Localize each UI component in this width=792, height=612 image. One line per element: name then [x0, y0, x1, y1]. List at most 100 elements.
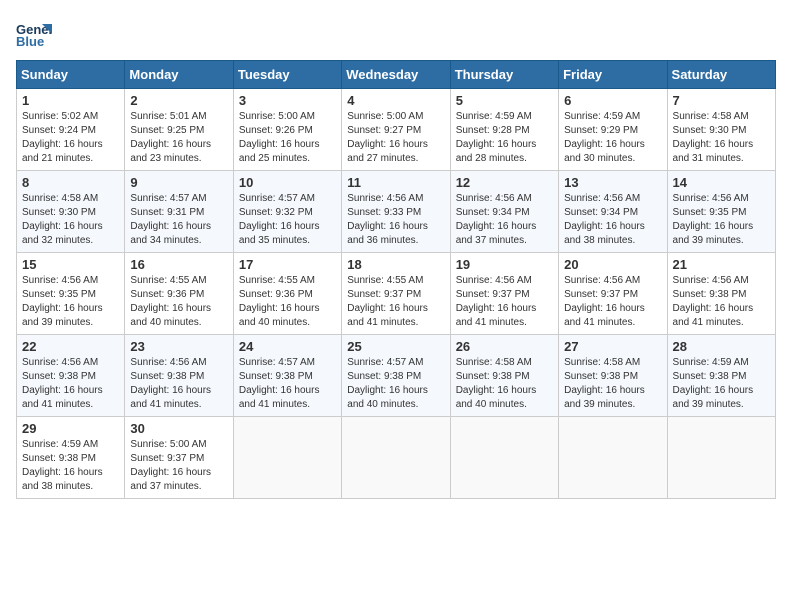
- cell-content: Sunrise: 4:58 AM Sunset: 9:30 PM Dayligh…: [673, 110, 770, 166]
- sunset: Sunset: 9:38 PM: [564, 370, 661, 384]
- sunrise: Sunrise: 4:56 AM: [456, 274, 553, 288]
- cell-content: Sunrise: 5:01 AM Sunset: 9:25 PM Dayligh…: [130, 110, 227, 166]
- sunset: Sunset: 9:33 PM: [347, 206, 444, 220]
- calendar-cell: 13 Sunrise: 4:56 AM Sunset: 9:34 PM Dayl…: [559, 171, 667, 253]
- cell-content: Sunrise: 4:59 AM Sunset: 9:38 PM Dayligh…: [22, 438, 119, 494]
- day-number: 16: [130, 257, 227, 272]
- sunrise: Sunrise: 5:00 AM: [239, 110, 336, 124]
- day-number: 7: [673, 93, 770, 108]
- sunrise: Sunrise: 4:56 AM: [130, 356, 227, 370]
- col-header-thursday: Thursday: [450, 61, 558, 89]
- sunset: Sunset: 9:37 PM: [347, 288, 444, 302]
- calendar-cell: 29 Sunrise: 4:59 AM Sunset: 9:38 PM Dayl…: [17, 417, 125, 499]
- day-number: 25: [347, 339, 444, 354]
- sunrise: Sunrise: 4:56 AM: [673, 274, 770, 288]
- sunrise: Sunrise: 4:57 AM: [130, 192, 227, 206]
- sunrise: Sunrise: 4:56 AM: [22, 356, 119, 370]
- sunrise: Sunrise: 4:58 AM: [22, 192, 119, 206]
- sunset: Sunset: 9:38 PM: [347, 370, 444, 384]
- day-number: 9: [130, 175, 227, 190]
- sunrise: Sunrise: 4:59 AM: [22, 438, 119, 452]
- sunset: Sunset: 9:37 PM: [456, 288, 553, 302]
- calendar-cell: 16 Sunrise: 4:55 AM Sunset: 9:36 PM Dayl…: [125, 253, 233, 335]
- sunset: Sunset: 9:38 PM: [673, 370, 770, 384]
- cell-content: Sunrise: 4:56 AM Sunset: 9:34 PM Dayligh…: [564, 192, 661, 248]
- sunset: Sunset: 9:24 PM: [22, 124, 119, 138]
- cell-content: Sunrise: 5:00 AM Sunset: 9:27 PM Dayligh…: [347, 110, 444, 166]
- sunrise: Sunrise: 4:57 AM: [239, 356, 336, 370]
- calendar-cell: 10 Sunrise: 4:57 AM Sunset: 9:32 PM Dayl…: [233, 171, 341, 253]
- sunset: Sunset: 9:38 PM: [673, 288, 770, 302]
- day-number: 26: [456, 339, 553, 354]
- col-header-monday: Monday: [125, 61, 233, 89]
- calendar-cell: 18 Sunrise: 4:55 AM Sunset: 9:37 PM Dayl…: [342, 253, 450, 335]
- sunset: Sunset: 9:34 PM: [564, 206, 661, 220]
- cell-content: Sunrise: 4:57 AM Sunset: 9:32 PM Dayligh…: [239, 192, 336, 248]
- cell-content: Sunrise: 4:55 AM Sunset: 9:36 PM Dayligh…: [130, 274, 227, 330]
- calendar-cell: 11 Sunrise: 4:56 AM Sunset: 9:33 PM Dayl…: [342, 171, 450, 253]
- sunset: Sunset: 9:38 PM: [22, 452, 119, 466]
- sunset: Sunset: 9:32 PM: [239, 206, 336, 220]
- calendar-cell: 7 Sunrise: 4:58 AM Sunset: 9:30 PM Dayli…: [667, 89, 775, 171]
- daylight: Daylight: 16 hours and 41 minutes.: [22, 384, 119, 412]
- logo: General Blue: [16, 16, 56, 52]
- daylight: Daylight: 16 hours and 39 minutes.: [22, 302, 119, 330]
- calendar-cell: 6 Sunrise: 4:59 AM Sunset: 9:29 PM Dayli…: [559, 89, 667, 171]
- sunset: Sunset: 9:29 PM: [564, 124, 661, 138]
- cell-content: Sunrise: 4:55 AM Sunset: 9:37 PM Dayligh…: [347, 274, 444, 330]
- col-header-wednesday: Wednesday: [342, 61, 450, 89]
- day-number: 14: [673, 175, 770, 190]
- cell-content: Sunrise: 4:58 AM Sunset: 9:30 PM Dayligh…: [22, 192, 119, 248]
- day-number: 20: [564, 257, 661, 272]
- sunset: Sunset: 9:38 PM: [130, 370, 227, 384]
- sunrise: Sunrise: 4:56 AM: [22, 274, 119, 288]
- calendar-cell: 21 Sunrise: 4:56 AM Sunset: 9:38 PM Dayl…: [667, 253, 775, 335]
- calendar-cell: 26 Sunrise: 4:58 AM Sunset: 9:38 PM Dayl…: [450, 335, 558, 417]
- calendar-cell: 4 Sunrise: 5:00 AM Sunset: 9:27 PM Dayli…: [342, 89, 450, 171]
- cell-content: Sunrise: 4:59 AM Sunset: 9:28 PM Dayligh…: [456, 110, 553, 166]
- day-number: 17: [239, 257, 336, 272]
- daylight: Daylight: 16 hours and 41 minutes.: [130, 384, 227, 412]
- sunset: Sunset: 9:37 PM: [130, 452, 227, 466]
- svg-text:Blue: Blue: [16, 34, 44, 49]
- daylight: Daylight: 16 hours and 41 minutes.: [673, 302, 770, 330]
- calendar-cell: 3 Sunrise: 5:00 AM Sunset: 9:26 PM Dayli…: [233, 89, 341, 171]
- calendar-week-4: 22 Sunrise: 4:56 AM Sunset: 9:38 PM Dayl…: [17, 335, 776, 417]
- sunset: Sunset: 9:38 PM: [456, 370, 553, 384]
- daylight: Daylight: 16 hours and 41 minutes.: [347, 302, 444, 330]
- sunset: Sunset: 9:35 PM: [22, 288, 119, 302]
- cell-content: Sunrise: 4:58 AM Sunset: 9:38 PM Dayligh…: [456, 356, 553, 412]
- sunrise: Sunrise: 5:02 AM: [22, 110, 119, 124]
- calendar-cell: 14 Sunrise: 4:56 AM Sunset: 9:35 PM Dayl…: [667, 171, 775, 253]
- calendar-week-3: 15 Sunrise: 4:56 AM Sunset: 9:35 PM Dayl…: [17, 253, 776, 335]
- sunset: Sunset: 9:36 PM: [130, 288, 227, 302]
- sunrise: Sunrise: 5:01 AM: [130, 110, 227, 124]
- col-header-saturday: Saturday: [667, 61, 775, 89]
- sunset: Sunset: 9:35 PM: [673, 206, 770, 220]
- calendar-cell: [450, 417, 558, 499]
- daylight: Daylight: 16 hours and 28 minutes.: [456, 138, 553, 166]
- daylight: Daylight: 16 hours and 40 minutes.: [239, 302, 336, 330]
- sunset: Sunset: 9:36 PM: [239, 288, 336, 302]
- calendar-cell: 5 Sunrise: 4:59 AM Sunset: 9:28 PM Dayli…: [450, 89, 558, 171]
- calendar-cell: 1 Sunrise: 5:02 AM Sunset: 9:24 PM Dayli…: [17, 89, 125, 171]
- day-number: 22: [22, 339, 119, 354]
- cell-content: Sunrise: 4:59 AM Sunset: 9:38 PM Dayligh…: [673, 356, 770, 412]
- daylight: Daylight: 16 hours and 39 minutes.: [673, 220, 770, 248]
- daylight: Daylight: 16 hours and 37 minutes.: [456, 220, 553, 248]
- daylight: Daylight: 16 hours and 23 minutes.: [130, 138, 227, 166]
- day-number: 15: [22, 257, 119, 272]
- calendar-cell: 8 Sunrise: 4:58 AM Sunset: 9:30 PM Dayli…: [17, 171, 125, 253]
- sunset: Sunset: 9:34 PM: [456, 206, 553, 220]
- calendar-week-1: 1 Sunrise: 5:02 AM Sunset: 9:24 PM Dayli…: [17, 89, 776, 171]
- calendar-cell: 17 Sunrise: 4:55 AM Sunset: 9:36 PM Dayl…: [233, 253, 341, 335]
- sunset: Sunset: 9:28 PM: [456, 124, 553, 138]
- sunset: Sunset: 9:31 PM: [130, 206, 227, 220]
- daylight: Daylight: 16 hours and 41 minutes.: [456, 302, 553, 330]
- daylight: Daylight: 16 hours and 38 minutes.: [22, 466, 119, 494]
- cell-content: Sunrise: 4:56 AM Sunset: 9:35 PM Dayligh…: [22, 274, 119, 330]
- calendar-cell: 19 Sunrise: 4:56 AM Sunset: 9:37 PM Dayl…: [450, 253, 558, 335]
- sunset: Sunset: 9:38 PM: [22, 370, 119, 384]
- day-number: 18: [347, 257, 444, 272]
- calendar-cell: 9 Sunrise: 4:57 AM Sunset: 9:31 PM Dayli…: [125, 171, 233, 253]
